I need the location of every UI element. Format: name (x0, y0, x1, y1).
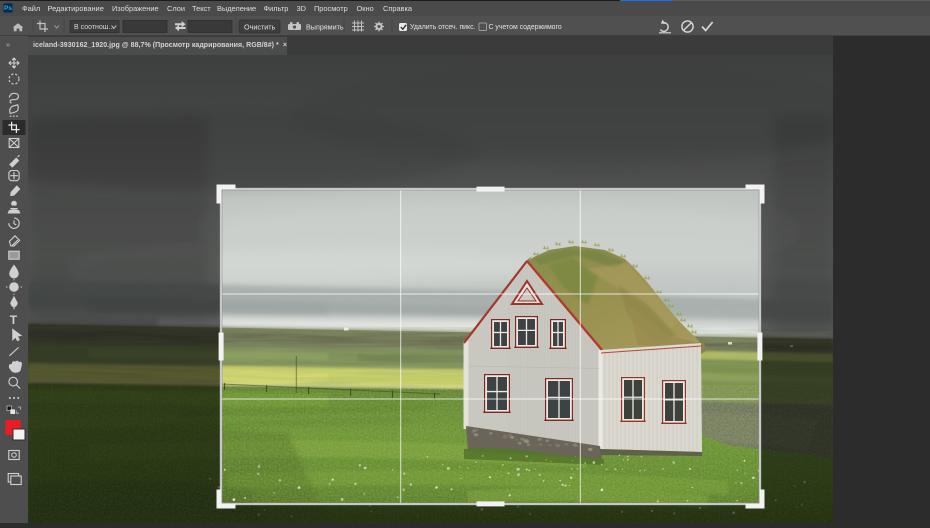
svg-text:»: » (6, 40, 10, 49)
svg-text:Очистить: Очистить (244, 22, 276, 31)
svg-text:Выпрямить: Выпрямить (306, 22, 344, 31)
svg-text:В соотнош...: В соотнош... (74, 24, 114, 31)
svg-text:T: T (10, 313, 18, 327)
svg-text:С учетом содержимого: С учетом содержимого (489, 24, 562, 31)
svg-text:Удалить отсеч. пикс.: Удалить отсеч. пикс. (410, 24, 476, 31)
